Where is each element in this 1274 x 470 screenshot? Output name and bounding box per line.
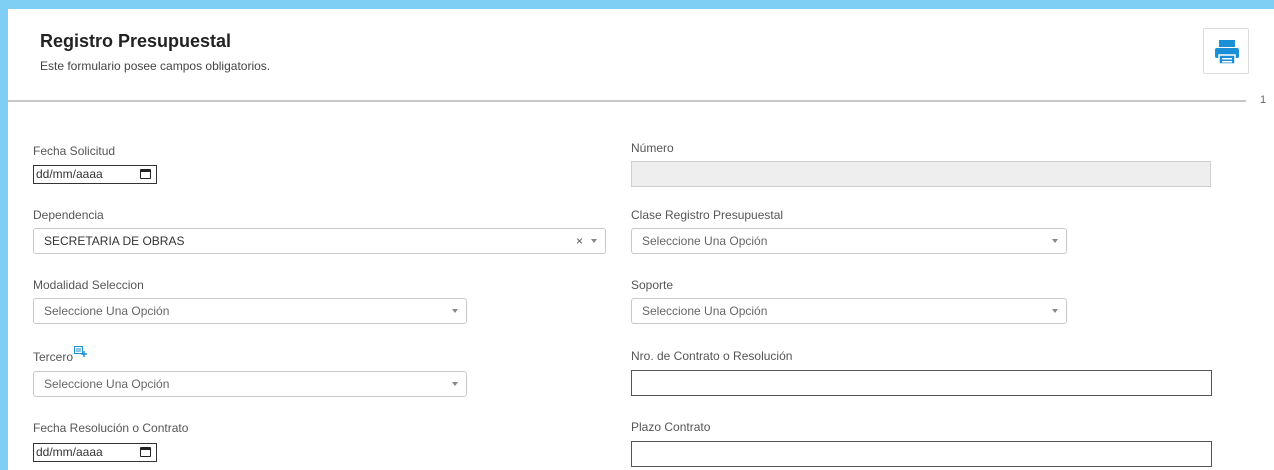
chevron-down-icon <box>1052 309 1058 313</box>
fecha-resolucion-input[interactable]: dd/mm/aaaa <box>33 443 157 462</box>
clase-registro-select[interactable]: Seleccione Una Opción <box>631 228 1067 254</box>
plazo-contrato-label: Plazo Contrato <box>631 420 711 434</box>
add-tercero-icon[interactable] <box>74 346 88 357</box>
page-subtitle: Este formulario posee campos obligatorio… <box>40 59 271 73</box>
printer-icon <box>1215 40 1239 65</box>
fecha-solicitud-input[interactable]: dd/mm/aaaa <box>33 165 157 184</box>
modalidad-label: Modalidad Seleccion <box>33 278 144 292</box>
page-number: 1 <box>1260 94 1267 106</box>
soporte-label: Soporte <box>631 278 674 292</box>
page-title: Registro Presupuestal <box>40 31 232 51</box>
tercero-value: Seleccione Una Opción <box>44 377 170 391</box>
tercero-label-wrap: Tercero <box>33 346 88 364</box>
clase-registro-value: Seleccione Una Opción <box>642 234 768 248</box>
dependencia-value: SECRETARIA DE OBRAS <box>44 234 185 248</box>
dependencia-select[interactable]: SECRETARIA DE OBRAS × <box>33 228 606 254</box>
modalidad-value: Seleccione Una Opción <box>44 304 170 318</box>
nro-contrato-label: Nro. de Contrato o Resolución <box>631 349 793 363</box>
print-button[interactable] <box>1203 28 1249 74</box>
chevron-down-icon <box>591 239 597 243</box>
plazo-contrato-field[interactable] <box>631 441 1212 467</box>
soporte-value: Seleccione Una Opción <box>642 304 768 318</box>
fecha-solicitud-label: Fecha Solicitud <box>33 144 116 158</box>
fecha-resolucion-value: dd/mm/aaaa <box>36 445 103 459</box>
soporte-select[interactable]: Seleccione Una Opción <box>631 298 1067 324</box>
form-panel: Registro Presupuestal Este formulario po… <box>8 9 1274 470</box>
header-divider <box>8 100 1246 102</box>
chevron-down-icon <box>452 309 458 313</box>
clase-registro-label: Clase Registro Presupuestal <box>631 208 784 222</box>
dependencia-label: Dependencia <box>33 208 104 222</box>
clear-icon[interactable]: × <box>576 229 583 253</box>
tercero-label: Tercero <box>33 350 74 364</box>
modalidad-select[interactable]: Seleccione Una Opción <box>33 298 467 324</box>
numero-label: Número <box>631 141 674 155</box>
calendar-icon[interactable] <box>140 447 151 457</box>
nro-contrato-field[interactable] <box>631 370 1212 396</box>
fecha-resolucion-label: Fecha Resolución o Contrato <box>33 421 189 435</box>
chevron-down-icon <box>452 382 458 386</box>
fecha-solicitud-value: dd/mm/aaaa <box>36 167 103 181</box>
numero-field <box>631 161 1211 187</box>
calendar-icon[interactable] <box>140 169 151 179</box>
chevron-down-icon <box>1052 239 1058 243</box>
tercero-select[interactable]: Seleccione Una Opción <box>33 371 467 397</box>
